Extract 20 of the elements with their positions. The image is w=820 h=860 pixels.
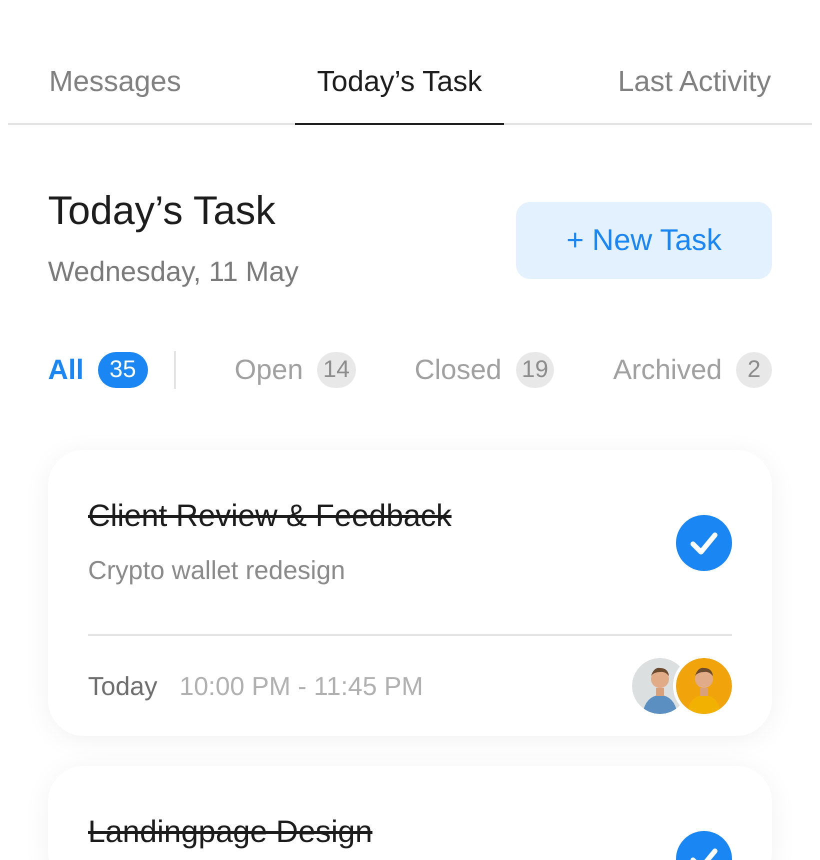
filter-tab[interactable]: All 35 xyxy=(48,352,148,388)
tab[interactable]: Messages xyxy=(27,66,204,125)
filter-tab[interactable]: Archived 2 xyxy=(613,352,772,388)
task-title: Landingpage Design xyxy=(88,813,372,851)
count-badge: 2 xyxy=(736,352,772,388)
filter-tab[interactable]: Closed 19 xyxy=(414,352,554,388)
tab[interactable]: Today’s Task xyxy=(295,66,504,125)
page-title: Today’s Task xyxy=(48,188,277,234)
task-title: Client Review & Feedback xyxy=(88,497,452,535)
count-badge: 19 xyxy=(516,352,554,388)
tab[interactable]: Last Activity xyxy=(596,66,793,125)
count-badge: 14 xyxy=(317,352,356,388)
checkbox[interactable] xyxy=(676,515,732,571)
day-label: Today xyxy=(88,670,158,702)
date-label: Wednesday, 11 May xyxy=(48,256,299,288)
time-range: 10:00 PM - 11:45 PM xyxy=(179,670,424,702)
filter-tab[interactable]: Open 14 xyxy=(234,352,356,388)
task-subtitle: Crypto wallet redesign xyxy=(88,555,346,586)
count-badge: 35 xyxy=(98,352,148,388)
new-task-button[interactable]: + New Task xyxy=(516,202,772,279)
